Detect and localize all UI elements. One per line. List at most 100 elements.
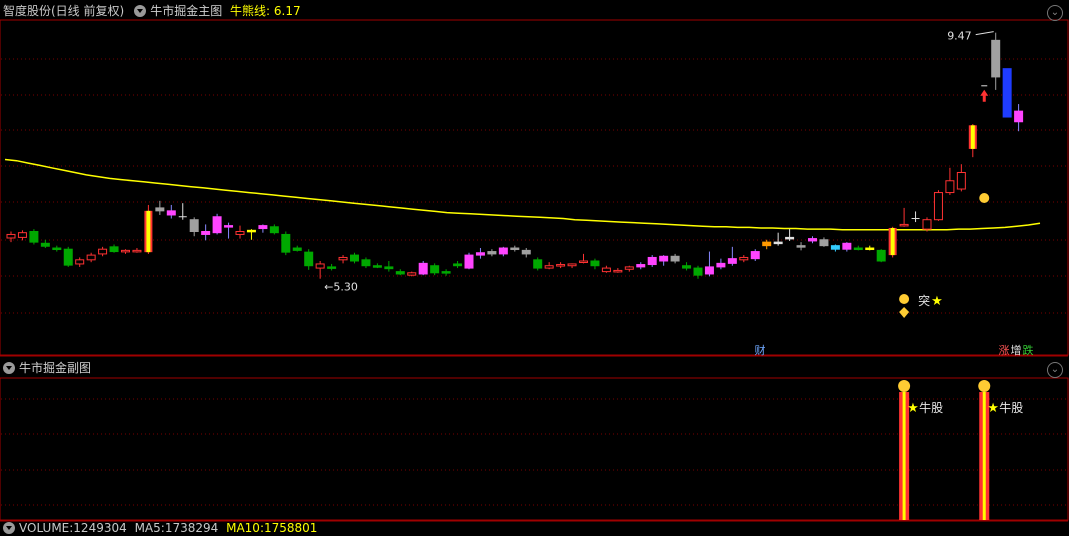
candle xyxy=(636,264,646,268)
chevron-down-icon[interactable]: ⌄ xyxy=(1047,5,1063,21)
candle xyxy=(762,241,772,247)
candle xyxy=(350,254,359,262)
finance-marker: 财 xyxy=(755,343,766,357)
bull-bear-line-label: 牛熊线: xyxy=(230,4,271,18)
candle xyxy=(40,242,50,247)
candle xyxy=(670,255,680,262)
candle xyxy=(933,192,943,221)
candle xyxy=(590,260,600,267)
candle xyxy=(750,251,760,260)
money-bag-icon xyxy=(979,193,990,203)
star-icon: ★ xyxy=(931,294,943,309)
high-price-label: 9.47 xyxy=(947,30,972,43)
candle xyxy=(475,252,485,256)
candle xyxy=(6,233,16,239)
candle xyxy=(682,265,692,269)
candle xyxy=(487,251,497,255)
candle xyxy=(132,249,142,253)
diamond-icon xyxy=(899,307,910,318)
sub-chart-header: 牛市掘金副图 xyxy=(0,357,95,379)
candle xyxy=(453,263,463,267)
candle xyxy=(372,265,382,268)
main-indicator-name[interactable]: 牛市掘金主图 xyxy=(150,4,222,18)
candle xyxy=(17,232,27,238)
candle xyxy=(853,247,863,251)
candle xyxy=(29,231,39,243)
candle xyxy=(970,125,975,149)
stock-chart: 9.47←5.30突 ★财涨增跌★ 牛股 ★ 牛股 xyxy=(0,19,1069,522)
candle xyxy=(521,249,531,255)
candle xyxy=(796,245,806,248)
candle xyxy=(945,180,955,194)
candle xyxy=(647,256,657,266)
money-bag-icon xyxy=(899,294,910,304)
breakout-label: 突 xyxy=(918,293,930,308)
candle xyxy=(693,267,703,276)
candle xyxy=(269,226,279,234)
candle xyxy=(430,265,440,274)
candle xyxy=(52,247,62,251)
signal-bar xyxy=(902,392,906,520)
main-panel-border xyxy=(0,19,1069,356)
indicator-select-icon[interactable] xyxy=(134,4,147,17)
candle xyxy=(876,249,886,262)
candle xyxy=(155,207,165,212)
candle xyxy=(842,242,852,250)
candle xyxy=(201,231,211,235)
candle xyxy=(327,266,337,269)
candle xyxy=(808,238,817,242)
limit-up-marker: 涨 xyxy=(999,344,1010,357)
candle xyxy=(384,266,394,270)
candle xyxy=(533,259,543,269)
candle xyxy=(556,264,566,267)
candle xyxy=(121,249,130,253)
star-icon: ★ xyxy=(987,401,999,416)
candle xyxy=(727,258,737,264)
candle xyxy=(281,233,291,253)
signal-label: 牛股 xyxy=(999,400,1023,415)
candle xyxy=(246,229,256,233)
chevron-down-icon[interactable]: ⌄ xyxy=(1047,362,1063,378)
candle xyxy=(613,269,623,273)
candle xyxy=(395,271,405,275)
star-icon: ★ xyxy=(907,401,919,416)
candle xyxy=(991,39,1001,78)
candle xyxy=(361,259,371,267)
candle xyxy=(407,272,417,276)
main-chart-header: 智度股份(日线 前复权) 牛市掘金主图 牛熊线: 6.17 xyxy=(0,0,305,22)
candle xyxy=(98,248,108,255)
candle xyxy=(579,260,588,263)
candle xyxy=(189,219,199,232)
candle xyxy=(1014,110,1024,123)
candle xyxy=(304,251,314,267)
candle xyxy=(716,262,726,268)
candle xyxy=(624,266,634,270)
candle xyxy=(830,245,840,250)
sub-indicator-name[interactable]: 牛市掘金副图 xyxy=(19,361,91,375)
candle xyxy=(922,219,932,230)
bull-bear-line-value: 6.17 xyxy=(273,4,301,18)
candle xyxy=(315,263,325,269)
candle xyxy=(819,239,829,247)
stock-name: 智度股份(日线 前复权) xyxy=(3,4,125,18)
candle xyxy=(890,227,895,256)
candle xyxy=(956,172,966,190)
candle xyxy=(224,225,234,228)
increase-marker: 增 xyxy=(1011,343,1022,357)
signal-label: 牛股 xyxy=(919,400,943,415)
candle xyxy=(865,247,875,251)
candle xyxy=(510,247,520,251)
candle xyxy=(601,267,611,273)
candle xyxy=(212,216,222,234)
candle xyxy=(899,223,909,227)
candle xyxy=(109,246,119,253)
up-arrow-icon xyxy=(980,89,989,102)
candle xyxy=(235,231,245,235)
candle xyxy=(63,248,73,266)
candle xyxy=(338,256,348,261)
volume-select-icon[interactable] xyxy=(3,521,15,534)
candle xyxy=(464,254,474,269)
candle xyxy=(659,255,669,262)
sub-indicator-select-icon[interactable] xyxy=(3,361,15,374)
candle xyxy=(785,236,795,240)
